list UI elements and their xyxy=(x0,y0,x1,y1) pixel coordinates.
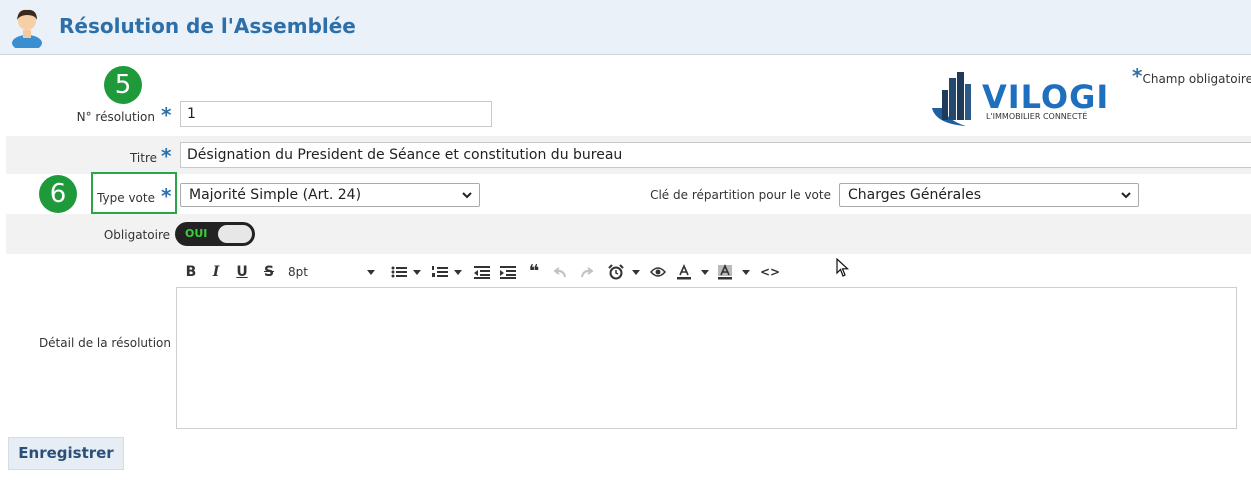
required-legend-label: Champ obligatoire xyxy=(1142,72,1251,86)
chevron-down-icon xyxy=(413,270,421,275)
cle-repartition-select[interactable]: Charges Générales xyxy=(839,183,1139,207)
required-legend: *Champ obligatoire xyxy=(1132,66,1251,87)
user-icon xyxy=(12,9,42,48)
page-header: Résolution de l'Assemblée xyxy=(0,0,1251,55)
text-color-icon xyxy=(677,264,691,280)
bullet-list-icon xyxy=(391,266,407,278)
logo-wordmark: VILOGI xyxy=(982,78,1109,116)
font-size-dropdown[interactable]: 8pt xyxy=(288,261,328,283)
type-vote-select[interactable]: Majorité Simple (Art. 24) xyxy=(180,183,480,207)
alarm-clock-icon xyxy=(608,264,624,280)
cle-repartition-label: Clé de répartition pour le vote xyxy=(650,188,831,202)
chevron-down-icon xyxy=(632,270,640,275)
underline-button[interactable]: U xyxy=(235,261,249,283)
indent-icon xyxy=(500,266,516,279)
undo-icon xyxy=(553,267,566,278)
chevron-down-icon xyxy=(454,270,462,275)
strikethrough-button[interactable]: S xyxy=(262,261,276,283)
type-vote-label: Type vote xyxy=(97,191,155,205)
undo-button[interactable] xyxy=(553,261,569,283)
bullet-list-button[interactable] xyxy=(389,261,409,283)
cle-repartition-selected: Charges Générales xyxy=(848,187,982,203)
page-title: Résolution de l'Assemblée xyxy=(59,14,356,38)
chevron-down-icon xyxy=(1121,192,1131,199)
save-button[interactable]: Enregistrer xyxy=(8,437,124,470)
required-star: * xyxy=(161,144,172,168)
logo-tagline: L'IMMOBILIER CONNECTÉ xyxy=(986,110,1087,121)
eye-icon xyxy=(650,267,666,277)
bold-button[interactable]: B xyxy=(184,261,198,283)
redo-button[interactable] xyxy=(578,261,594,283)
chevron-down-icon xyxy=(367,270,375,275)
required-star: * xyxy=(161,103,172,127)
detail-label: Détail de la résolution xyxy=(38,336,171,350)
obligatoire-toggle[interactable]: OUI xyxy=(175,222,255,246)
highlight-color-icon xyxy=(718,264,732,280)
vilogi-logo: VILOGI L'IMMOBILIER CONNECTÉ xyxy=(932,72,1109,126)
editor-toolbar: B I U S 8pt ❝ <> xyxy=(180,261,800,283)
blockquote-button[interactable]: ❝ xyxy=(525,261,543,283)
chevron-down-icon xyxy=(701,270,709,275)
required-star: * xyxy=(161,184,172,208)
indent-button[interactable] xyxy=(499,261,517,283)
chevron-down-icon xyxy=(742,270,750,275)
text-color-button[interactable] xyxy=(676,261,692,283)
italic-button[interactable]: I xyxy=(209,261,223,283)
outdent-button[interactable] xyxy=(473,261,491,283)
mouse-cursor-icon xyxy=(836,258,850,277)
numbered-list-icon xyxy=(432,266,448,277)
preview-button[interactable] xyxy=(649,261,667,283)
titre-input[interactable]: Désignation du President de Séance et co… xyxy=(180,142,1251,168)
insert-datetime-button[interactable] xyxy=(607,261,625,283)
resolution-number-label: N° résolution xyxy=(76,110,155,124)
resolution-number-input[interactable]: 1 xyxy=(180,101,492,127)
step-badge-5: 5 xyxy=(104,66,142,104)
toggle-on-text: OUI xyxy=(185,227,208,240)
toggle-knob[interactable] xyxy=(218,225,252,243)
outdent-icon xyxy=(474,266,490,279)
chevron-down-icon xyxy=(462,192,472,199)
numbered-list-button[interactable] xyxy=(430,261,450,283)
background-color-button[interactable] xyxy=(717,261,733,283)
obligatoire-label: Obligatoire xyxy=(103,228,170,242)
redo-icon xyxy=(581,267,594,278)
required-star: * xyxy=(1132,64,1143,88)
type-vote-selected: Majorité Simple (Art. 24) xyxy=(189,187,362,203)
titre-label: Titre xyxy=(129,151,157,165)
detail-editor[interactable] xyxy=(176,287,1237,429)
source-code-button[interactable]: <> xyxy=(760,261,780,283)
